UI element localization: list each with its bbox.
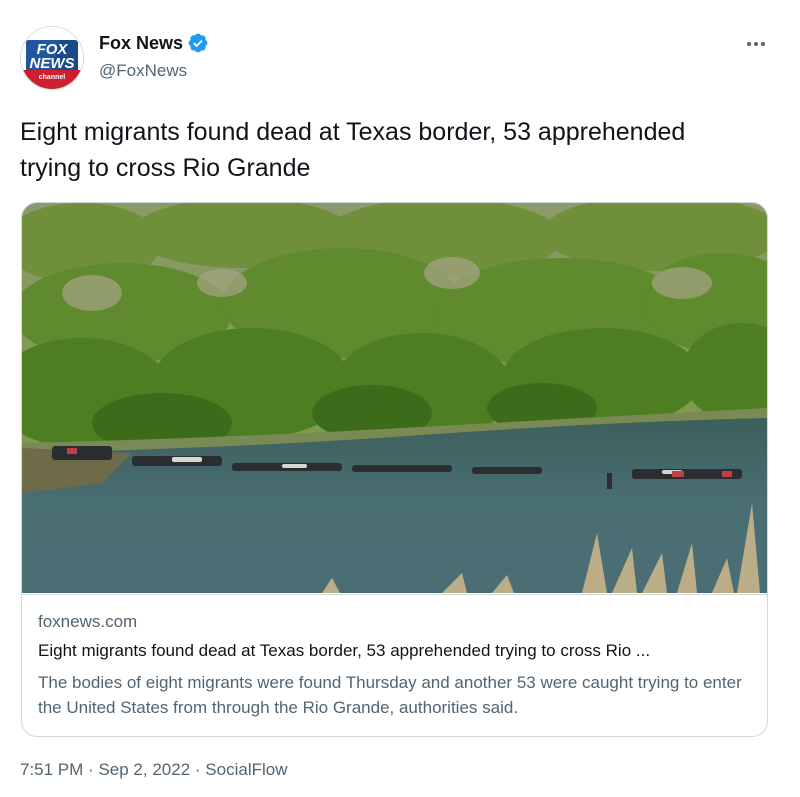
- meta-separator: ·: [194, 760, 201, 779]
- tweet-time[interactable]: 7:51 PM: [20, 760, 83, 779]
- meta-separator: ·: [88, 760, 94, 779]
- card-domain: foxnews.com: [38, 612, 138, 631]
- tweet-meta: 7:51 PM · Sep 2, 2022 · SocialFlow: [20, 760, 288, 780]
- verified-badge-icon: [188, 33, 208, 53]
- logo-news-text: NEWS: [30, 55, 75, 72]
- card-title: Eight migrants found dead at Texas borde…: [38, 641, 651, 660]
- author-name-row: Fox News: [99, 32, 209, 54]
- card-image-river-crossing[interactable]: [22, 203, 767, 593]
- author-handle[interactable]: @FoxNews: [99, 61, 187, 81]
- more-options-icon-dot: [761, 42, 765, 46]
- fox-news-avatar[interactable]: FOX NEWS channel: [20, 26, 84, 90]
- tweet-text: Eight migrants found dead at Texas borde…: [20, 118, 686, 182]
- more-options-icon-dot: [754, 42, 758, 46]
- tweet: FOX NEWS channel Fox News @FoxNews Eight…: [0, 0, 800, 797]
- logo-channel-text: channel: [39, 74, 66, 81]
- tweet-source[interactable]: SocialFlow: [205, 760, 287, 779]
- author-display-name[interactable]: Fox News: [99, 33, 183, 54]
- more-options-button[interactable]: [738, 32, 774, 56]
- link-preview-card[interactable]: foxnews.com Eight migrants found dead at…: [21, 202, 768, 737]
- card-description: The bodies of eight migrants were found …: [38, 673, 742, 717]
- card-info: foxnews.com Eight migrants found dead at…: [22, 594, 767, 736]
- tweet-date[interactable]: Sep 2, 2022: [98, 760, 190, 779]
- more-options-icon-dot: [747, 42, 751, 46]
